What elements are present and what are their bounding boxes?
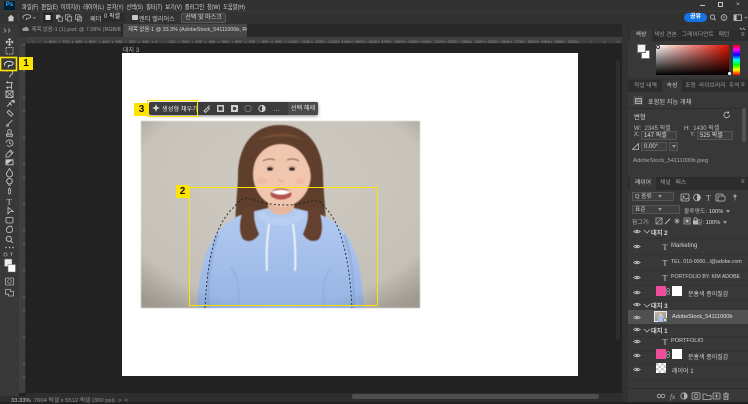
svg-text:T: T: [662, 242, 668, 252]
svg-text:100: 100: [169, 39, 176, 44]
svg-text:200: 200: [182, 39, 189, 44]
svg-text:700: 700: [249, 39, 256, 44]
svg-text:3100: 3100: [568, 39, 578, 44]
svg-text:1500: 1500: [355, 39, 365, 44]
svg-text:T: T: [662, 273, 668, 283]
svg-text:200: 200: [129, 39, 136, 44]
svg-text:fx: fx: [670, 393, 676, 401]
svg-text:1600: 1600: [368, 39, 378, 44]
svg-text:T: T: [7, 197, 13, 207]
svg-text:100: 100: [142, 39, 149, 44]
svg-text:3000: 3000: [554, 39, 564, 44]
svg-text:T: T: [662, 337, 668, 347]
svg-text:1900: 1900: [408, 39, 418, 44]
svg-text:1100: 1100: [302, 39, 311, 44]
svg-text:2500: 2500: [488, 39, 498, 44]
svg-text:400: 400: [102, 39, 109, 44]
svg-text:T: T: [662, 258, 668, 268]
svg-text:2900: 2900: [541, 39, 551, 44]
svg-text:2000: 2000: [421, 39, 431, 44]
svg-text:1300: 1300: [328, 39, 338, 44]
svg-text:400: 400: [209, 39, 216, 44]
svg-text:2200: 2200: [448, 39, 458, 44]
svg-text:500: 500: [89, 39, 96, 44]
svg-text:700: 700: [62, 39, 69, 44]
svg-text:1000: 1000: [288, 39, 298, 44]
svg-text:500: 500: [222, 39, 229, 44]
svg-text:800: 800: [49, 39, 56, 44]
svg-text:600: 600: [235, 39, 242, 44]
svg-text:…: …: [273, 106, 280, 113]
svg-text:2700: 2700: [515, 39, 525, 44]
svg-text:2800: 2800: [528, 39, 538, 44]
svg-text:1400: 1400: [342, 39, 352, 44]
svg-text:900: 900: [275, 39, 282, 44]
svg-text:300: 300: [195, 39, 202, 44]
svg-text:1700: 1700: [382, 39, 392, 44]
svg-text:2600: 2600: [501, 39, 511, 44]
svg-text:600: 600: [76, 39, 83, 44]
svg-text:2400: 2400: [475, 39, 485, 44]
svg-text:2100: 2100: [435, 39, 445, 44]
svg-text:2300: 2300: [461, 39, 471, 44]
svg-text:800: 800: [262, 39, 269, 44]
svg-text:1800: 1800: [395, 39, 405, 44]
svg-text:1200: 1200: [315, 39, 325, 44]
svg-text:0: 0: [155, 39, 158, 44]
svg-text:300: 300: [116, 39, 123, 44]
